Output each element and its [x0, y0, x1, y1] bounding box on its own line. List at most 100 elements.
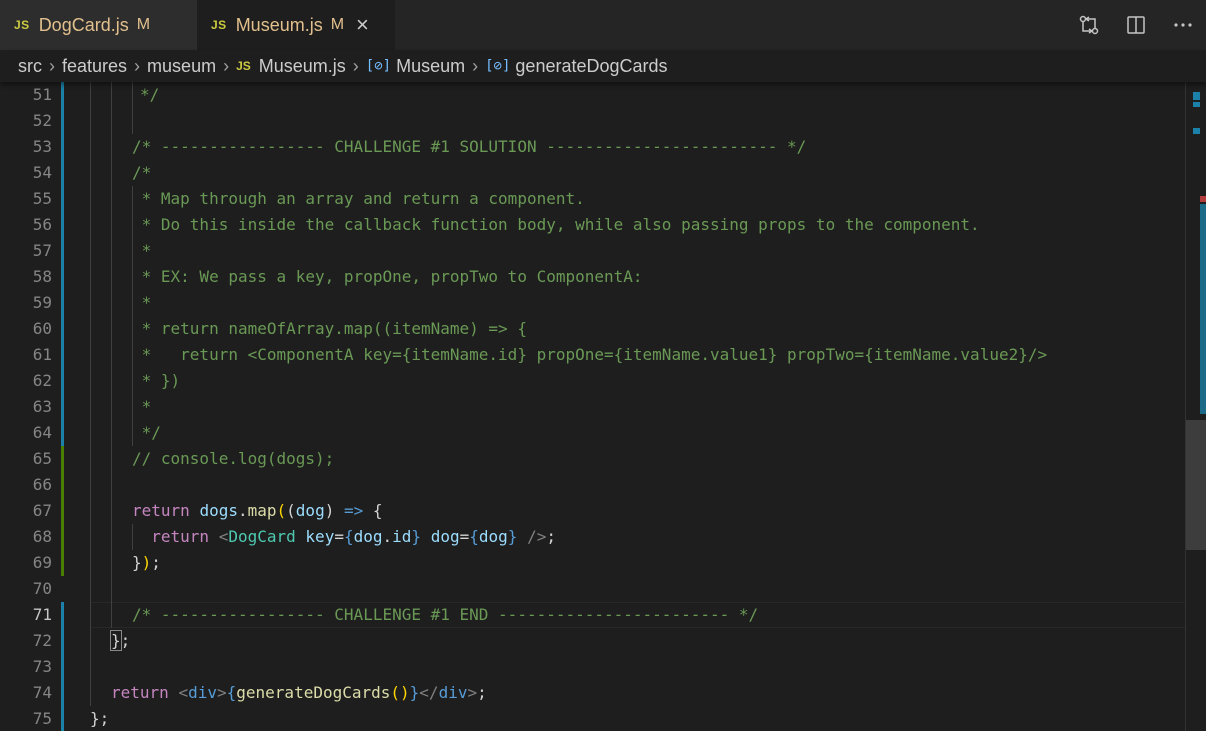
code-line[interactable]: 52: [0, 108, 1186, 134]
modified-gutter-indicator[interactable]: [61, 134, 64, 160]
line-number[interactable]: 55: [0, 186, 52, 212]
modified-gutter-indicator[interactable]: [61, 394, 64, 420]
modified-gutter-indicator[interactable]: [61, 82, 64, 108]
open-changes-icon[interactable]: [1075, 11, 1103, 39]
code-line[interactable]: 53 /* ----------------- CHALLENGE #1 SOLU…: [0, 134, 1186, 160]
indent-guide: [132, 108, 133, 134]
line-number[interactable]: 60: [0, 316, 52, 342]
breadcrumb-item-features[interactable]: features ›: [62, 56, 147, 77]
code-line[interactable]: 57 *: [0, 238, 1186, 264]
line-number[interactable]: 53: [0, 134, 52, 160]
code-line[interactable]: 72};: [0, 628, 1186, 654]
line-number[interactable]: 51: [0, 82, 52, 108]
code-line[interactable]: 71 /* ----------------- CHALLENGE #1 END …: [0, 602, 1186, 628]
code-line[interactable]: 64 */: [0, 420, 1186, 446]
code-line[interactable]: 68 return <DogCard key={dog.id} dog={dog…: [0, 524, 1186, 550]
line-number[interactable]: 71: [0, 602, 52, 628]
tab-label: Museum.js: [235, 14, 323, 35]
modified-gutter-indicator[interactable]: [61, 680, 64, 706]
code-line[interactable]: 74 return <div>{generateDogCards()}</div>…: [0, 680, 1186, 706]
line-number[interactable]: 64: [0, 420, 52, 446]
line-number[interactable]: 73: [0, 654, 52, 680]
added-gutter-indicator[interactable]: [61, 446, 64, 472]
added-gutter-indicator[interactable]: [61, 472, 64, 498]
modified-gutter-indicator[interactable]: [61, 706, 64, 731]
tab-bar: JS DogCard.js M JS Museum.js M ×: [0, 0, 1206, 50]
breadcrumb-item-file[interactable]: JS Museum.js ›: [236, 56, 366, 77]
modified-gutter-indicator[interactable]: [61, 290, 64, 316]
code-line[interactable]: 58 * EX: We pass a key, propOne, propTwo…: [0, 264, 1186, 290]
modified-gutter-indicator[interactable]: [61, 160, 64, 186]
line-number[interactable]: 58: [0, 264, 52, 290]
modified-gutter-indicator[interactable]: [61, 368, 64, 394]
line-number[interactable]: 63: [0, 394, 52, 420]
modified-gutter-indicator[interactable]: [61, 212, 64, 238]
added-gutter-indicator[interactable]: [61, 550, 64, 576]
line-number[interactable]: 74: [0, 680, 52, 706]
code-line[interactable]: 51 */: [0, 82, 1186, 108]
modified-gutter-indicator[interactable]: [61, 316, 64, 342]
code-line[interactable]: 54 /*: [0, 160, 1186, 186]
breadcrumb-item-src[interactable]: src ›: [18, 56, 62, 77]
line-number[interactable]: 65: [0, 446, 52, 472]
line-number[interactable]: 54: [0, 160, 52, 186]
line-number[interactable]: 72: [0, 628, 52, 654]
modified-gutter-indicator[interactable]: [61, 238, 64, 264]
line-number[interactable]: 62: [0, 368, 52, 394]
line-number[interactable]: 70: [0, 576, 52, 602]
tab-dogcard[interactable]: JS DogCard.js M: [0, 0, 197, 50]
code-line[interactable]: 61 * return <ComponentA key={itemName.id…: [0, 342, 1186, 368]
indent-guide: [111, 602, 112, 628]
close-icon[interactable]: ×: [356, 14, 369, 36]
modified-gutter-indicator[interactable]: [61, 108, 64, 134]
breadcrumb-item-symbol-generate[interactable]: [⊘] generateDogCards: [485, 56, 667, 77]
code-line[interactable]: 75};: [0, 706, 1186, 731]
code-line[interactable]: 59 *: [0, 290, 1186, 316]
modified-gutter-indicator[interactable]: [61, 186, 64, 212]
line-number[interactable]: 69: [0, 550, 52, 576]
modified-gutter-indicator[interactable]: [61, 602, 64, 628]
more-actions-icon[interactable]: [1169, 11, 1197, 39]
tab-museum[interactable]: JS Museum.js M ×: [197, 0, 395, 50]
modified-gutter-indicator[interactable]: [61, 342, 64, 368]
line-number[interactable]: 59: [0, 290, 52, 316]
line-number[interactable]: 61: [0, 342, 52, 368]
indent-guide: [90, 316, 91, 342]
code-line[interactable]: 66: [0, 472, 1186, 498]
modified-gutter-indicator[interactable]: [61, 264, 64, 290]
chevron-right-icon: ›: [134, 55, 141, 76]
code-line[interactable]: 62 * }): [0, 368, 1186, 394]
added-gutter-indicator[interactable]: [61, 524, 64, 550]
code-editor[interactable]: 51 */ 52 53 /* ----------------- CHALLENGE #…: [0, 82, 1206, 731]
overview-ruler[interactable]: [1185, 82, 1206, 731]
line-number[interactable]: 75: [0, 706, 52, 731]
scrollbar-slider[interactable]: [1186, 420, 1206, 550]
code-line[interactable]: 60 * return nameOfArray.map((itemName) =…: [0, 316, 1186, 342]
added-gutter-indicator[interactable]: [61, 498, 64, 524]
code-line[interactable]: 73: [0, 654, 1186, 680]
code-line[interactable]: 70: [0, 576, 1186, 602]
line-number[interactable]: 68: [0, 524, 52, 550]
line-number[interactable]: 57: [0, 238, 52, 264]
line-number[interactable]: 66: [0, 472, 52, 498]
indent-guide: [90, 134, 91, 160]
code-line[interactable]: 55 * Map through an array and return a c…: [0, 186, 1186, 212]
code-line[interactable]: 63 *: [0, 394, 1186, 420]
breadcrumb-item-symbol-museum[interactable]: [⊘] Museum ›: [366, 56, 485, 77]
line-number[interactable]: 52: [0, 108, 52, 134]
indent-guide: [90, 212, 91, 238]
code-line[interactable]: 69});: [0, 550, 1186, 576]
split-editor-icon[interactable]: [1122, 11, 1150, 39]
code-text: };: [110, 630, 131, 651]
modified-gutter-indicator[interactable]: [61, 628, 64, 654]
line-number[interactable]: 67: [0, 498, 52, 524]
code-line[interactable]: 65 // console.log(dogs);: [0, 446, 1186, 472]
code-line[interactable]: 56 * Do this inside the callback functio…: [0, 212, 1186, 238]
line-number[interactable]: 56: [0, 212, 52, 238]
modified-gutter-indicator[interactable]: [61, 654, 64, 680]
breadcrumb-item-museum[interactable]: museum ›: [147, 56, 236, 77]
code-line[interactable]: 67 return dogs.map((dog) => {: [0, 498, 1186, 524]
modified-gutter-indicator[interactable]: [61, 420, 64, 446]
indent-guide: [111, 394, 112, 420]
indent-guide: [90, 420, 91, 446]
